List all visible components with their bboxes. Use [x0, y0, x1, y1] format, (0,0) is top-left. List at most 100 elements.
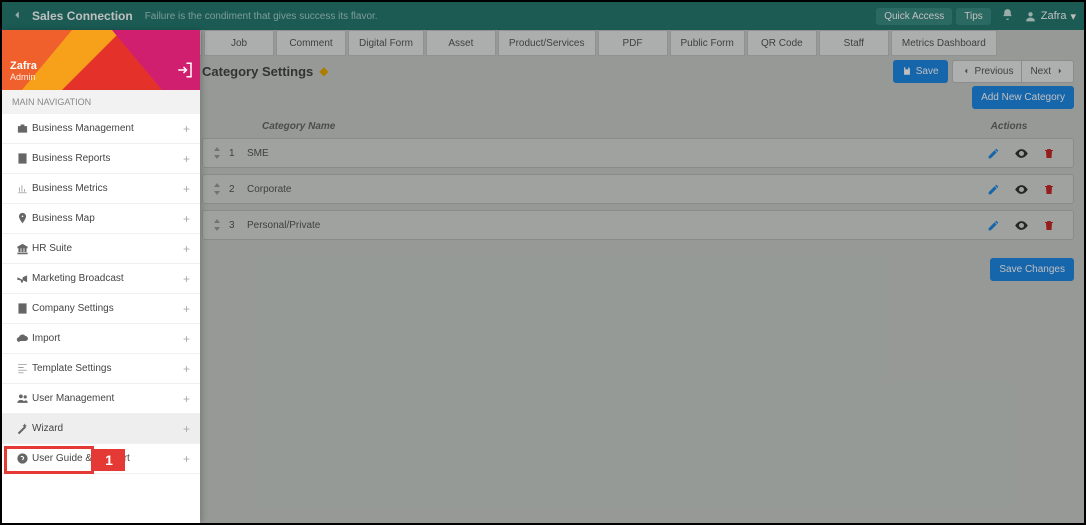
previous-button-label: Previous [975, 66, 1014, 77]
expand-icon: + [183, 332, 190, 346]
sidebar-item-company-settings[interactable]: Company Settings+ [2, 294, 200, 324]
expand-icon: + [183, 182, 190, 196]
expand-icon: + [183, 362, 190, 376]
tab-comment[interactable]: Comment [276, 30, 346, 56]
top-bar: Sales Connection Failure is the condimen… [2, 2, 1084, 30]
sidebar-section-label: MAIN NAVIGATION [2, 90, 200, 114]
row-index: 3 [229, 220, 247, 231]
sidebar-user-role: Admin [10, 72, 37, 82]
bell-icon[interactable] [1001, 8, 1014, 24]
eye-icon[interactable] [1007, 182, 1035, 197]
column-name-header: Category Name [262, 121, 954, 132]
sidebar-item-template-settings[interactable]: Template Settings+ [2, 354, 200, 384]
sidebar-item-label: Import [32, 333, 183, 344]
next-button[interactable]: Next [1021, 60, 1074, 83]
row-name: SME [247, 148, 979, 159]
sidebar-item-business-reports[interactable]: Business Reports+ [2, 144, 200, 174]
tab-metrics-dashboard[interactable]: Metrics Dashboard [891, 30, 997, 56]
drag-handle-icon[interactable] [213, 219, 221, 231]
sidebar-user-info: Zafra Admin [10, 60, 37, 82]
expand-icon: + [183, 152, 190, 166]
expand-icon: + [183, 272, 190, 286]
sidebar-item-label: User Guide & Support [32, 453, 183, 464]
help-icon [12, 452, 32, 465]
quick-access-button[interactable]: Quick Access [876, 8, 952, 25]
save-button-label: Save [916, 66, 939, 77]
sidebar-item-label: Business Map [32, 213, 183, 224]
category-rows: 1SME2Corporate3Personal/Private [202, 138, 1074, 240]
category-row: 3Personal/Private [202, 210, 1074, 240]
sidebar-item-business-management[interactable]: Business Management+ [2, 114, 200, 144]
tab-public-form[interactable]: Public Form [670, 30, 745, 56]
tips-button[interactable]: Tips [956, 8, 991, 25]
sidebar-item-marketing-broadcast[interactable]: Marketing Broadcast+ [2, 264, 200, 294]
brand-title: Sales Connection [32, 9, 133, 23]
add-new-category-button[interactable]: Add New Category [972, 86, 1074, 109]
drag-handle-icon[interactable] [213, 183, 221, 195]
previous-button[interactable]: Previous [952, 60, 1022, 83]
column-actions-header: Actions [954, 121, 1064, 132]
table-header: Category Name Actions [202, 117, 1074, 138]
next-button-label: Next [1030, 66, 1051, 77]
sidebar-item-user-management[interactable]: User Management+ [2, 384, 200, 414]
expand-icon: + [183, 422, 190, 436]
tab-digital-form[interactable]: Digital Form [348, 30, 424, 56]
users-icon [12, 392, 32, 405]
tab-job[interactable]: Job [204, 30, 274, 56]
tab-asset[interactable]: Asset [426, 30, 496, 56]
user-menu[interactable]: Zafra ▾ [1024, 10, 1076, 23]
trash-icon[interactable] [1035, 219, 1063, 232]
back-arrow-icon[interactable] [10, 8, 24, 25]
info-icon[interactable]: ◆ [319, 64, 328, 78]
tab-pdf[interactable]: PDF [598, 30, 668, 56]
wand-icon [12, 422, 32, 435]
sidebar-item-label: User Management [32, 393, 183, 404]
content-area: Add New Category Category Name Actions 1… [202, 86, 1074, 281]
broadcast-icon [12, 272, 32, 285]
expand-icon: + [183, 122, 190, 136]
row-name: Personal/Private [247, 220, 979, 231]
sidebar-item-label: Business Reports [32, 153, 183, 164]
sidebar-header: Zafra Admin [2, 30, 200, 90]
report-icon [12, 152, 32, 165]
pin-icon [12, 212, 32, 225]
chart-icon [12, 182, 32, 195]
edit-icon[interactable] [979, 183, 1007, 196]
tab-staff[interactable]: Staff [819, 30, 889, 56]
sidebar-item-business-metrics[interactable]: Business Metrics+ [2, 174, 200, 204]
sidebar-item-business-map[interactable]: Business Map+ [2, 204, 200, 234]
eye-icon[interactable] [1007, 218, 1035, 233]
user-name-label: Zafra [1041, 10, 1067, 22]
cloud-icon [12, 332, 32, 345]
trash-icon[interactable] [1035, 183, 1063, 196]
expand-icon: + [183, 302, 190, 316]
sidebar-item-wizard[interactable]: Wizard+ [2, 414, 200, 444]
sidebar-item-label: Business Metrics [32, 183, 183, 194]
row-index: 2 [229, 184, 247, 195]
chevron-down-icon: ▾ [1070, 10, 1076, 23]
sidebar-item-import[interactable]: Import+ [2, 324, 200, 354]
save-button[interactable]: Save [893, 60, 948, 83]
edit-icon[interactable] [979, 219, 1007, 232]
edit-icon[interactable] [979, 147, 1007, 160]
save-changes-button[interactable]: Save Changes [990, 258, 1074, 281]
expand-icon: + [183, 452, 190, 466]
drag-handle-icon[interactable] [213, 147, 221, 159]
eye-icon[interactable] [1007, 146, 1035, 161]
sidebar-item-hr-suite[interactable]: HR Suite+ [2, 234, 200, 264]
building-icon [12, 302, 32, 315]
sidebar-enter-icon[interactable] [176, 61, 194, 84]
bank-icon [12, 242, 32, 255]
briefcase-icon [12, 122, 32, 135]
expand-icon: + [183, 392, 190, 406]
tab-qr-code[interactable]: QR Code [747, 30, 817, 56]
trash-icon[interactable] [1035, 147, 1063, 160]
template-icon [12, 362, 32, 375]
expand-icon: + [183, 242, 190, 256]
sidebar-item-user-guide-support[interactable]: User Guide & Support+ [2, 444, 200, 474]
row-name: Corporate [247, 184, 979, 195]
tab-product-services[interactable]: Product/Services [498, 30, 596, 56]
tagline-text: Failure is the condiment that gives succ… [145, 11, 378, 22]
category-row: 2Corporate [202, 174, 1074, 204]
sidebar-user-name: Zafra [10, 60, 37, 72]
